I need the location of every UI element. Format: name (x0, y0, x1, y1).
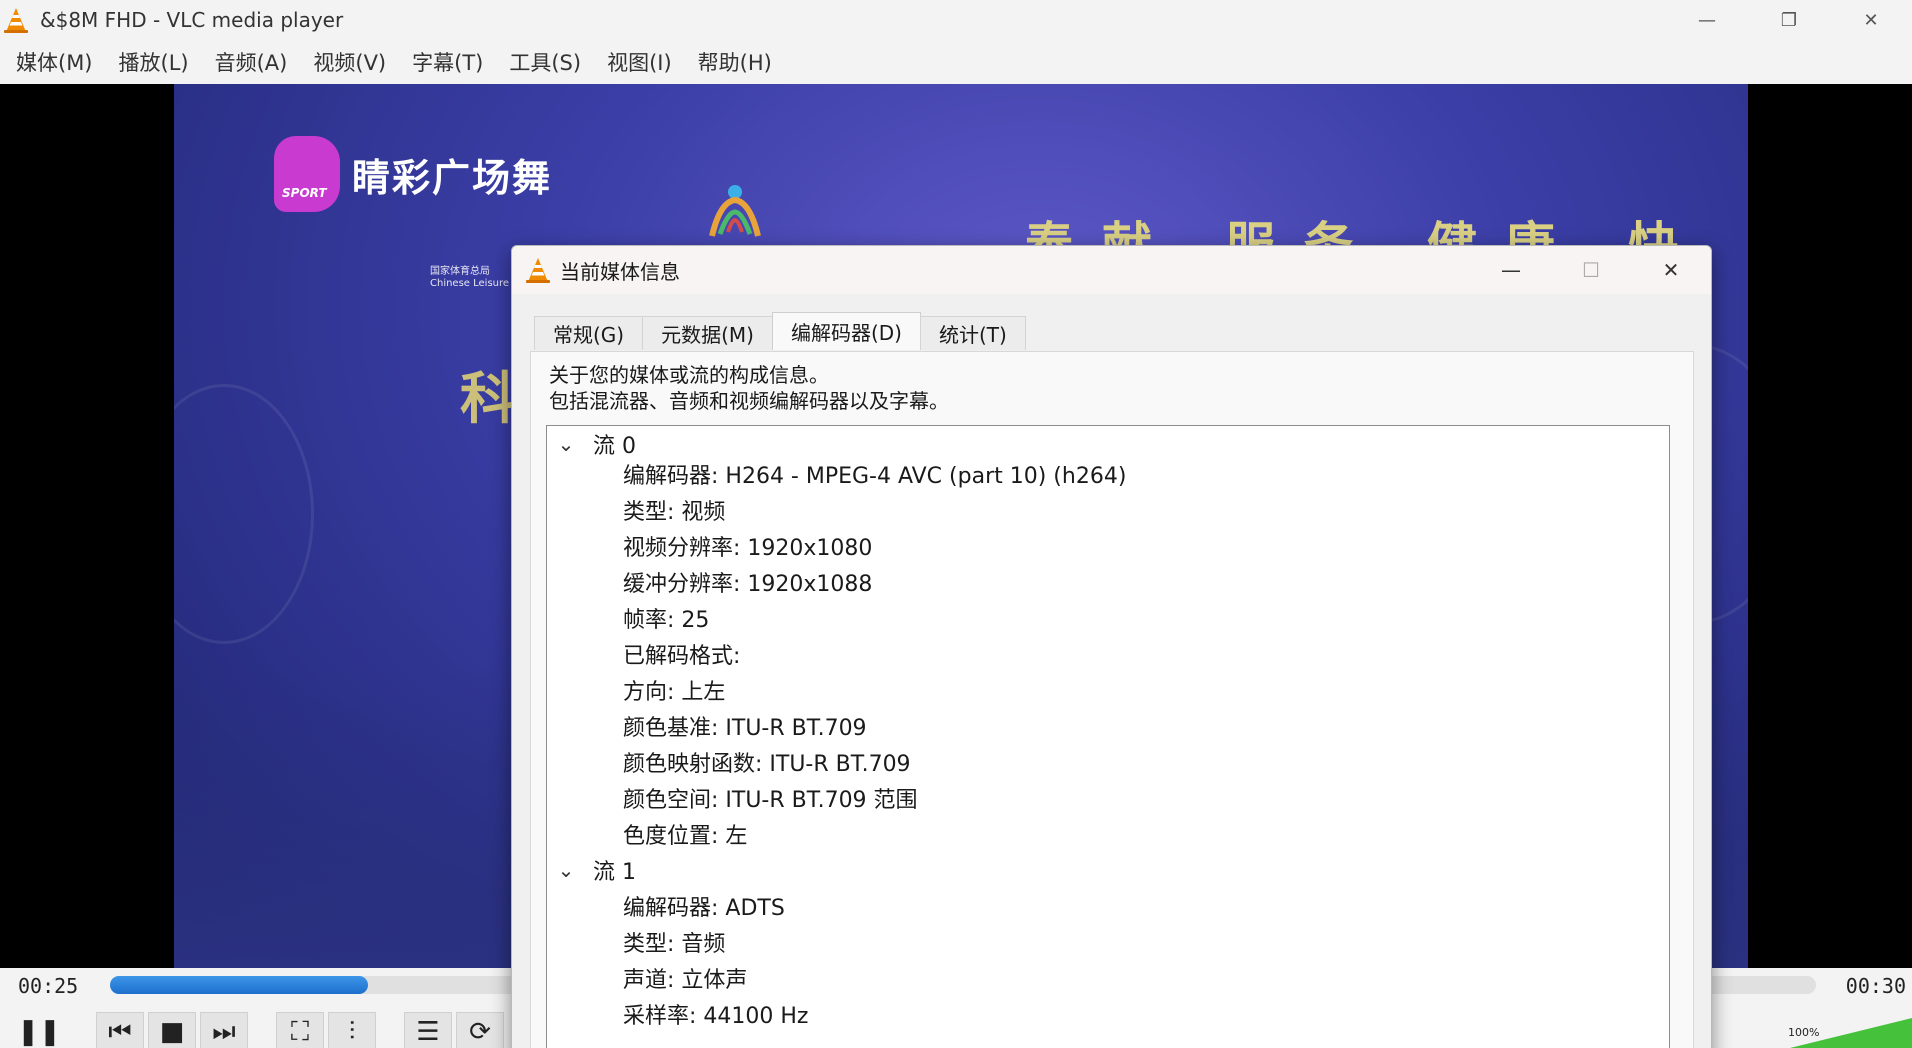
seek-bar-progress (110, 976, 368, 994)
total-time: 00:30 (1845, 974, 1906, 998)
playlist-button[interactable]: ☰ (404, 1012, 452, 1048)
channel-logo-badge-text: SPORT (282, 186, 327, 200)
menu-audio[interactable]: 音频(A) (205, 47, 304, 77)
extended-settings-button[interactable]: ⫶ (328, 1012, 376, 1048)
dialog-minimize-button[interactable]: — (1471, 246, 1551, 294)
codec-tab-panel: 关于您的媒体或流的构成信息。 包括混流器、音频和视频编解码器以及字幕。 ⌄ 流 … (530, 351, 1694, 1048)
background-glyph: 科 (460, 366, 516, 432)
tree-field[interactable]: 类型: 音频 (623, 924, 725, 960)
menu-subtitle[interactable]: 字幕(T) (402, 47, 499, 77)
channel-name: 睛彩广场舞 (352, 155, 553, 200)
emblem-icon (709, 185, 761, 237)
fullscreen-button[interactable]: ⛶ (276, 1012, 324, 1048)
decorative-swirl (174, 384, 314, 644)
stop-button[interactable]: ■ (148, 1012, 196, 1048)
description-line: 包括混流器、音频和视频编解码器以及字幕。 (549, 389, 949, 413)
tree-field[interactable]: 已解码格式: (623, 636, 740, 672)
menu-tools[interactable]: 工具(S) (499, 47, 597, 77)
tree-field[interactable]: 颜色基准: ITU-R BT.709 (623, 708, 867, 744)
tab-general[interactable]: 常规(G) (534, 316, 644, 350)
window-title: &$8M FHD - VLC media player (40, 8, 344, 32)
tree-stream-1[interactable]: ⌄ 流 1 (553, 852, 636, 888)
menu-video[interactable]: 视频(V) (303, 47, 402, 77)
channel-logo-badge: SPORT (274, 136, 340, 212)
vlc-cone-icon (526, 258, 550, 283)
elapsed-time: 00:25 (18, 974, 79, 998)
tree-field[interactable]: 颜色空间: ITU-R BT.709 范围 (623, 780, 918, 816)
menu-media[interactable]: 媒体(M) (6, 47, 109, 77)
tree-field[interactable]: 声道: 立体声 (623, 960, 747, 996)
tree-field[interactable]: 方向: 上左 (623, 672, 725, 708)
dialog-title: 当前媒体信息 (560, 259, 680, 284)
tree-field[interactable]: 视频分辨率: 1920x1080 (623, 528, 872, 564)
close-button[interactable]: ✕ (1830, 0, 1912, 40)
vlc-cone-icon (4, 8, 28, 33)
volume-slider[interactable] (1790, 1018, 1912, 1048)
codec-tree[interactable]: ⌄ 流 0 编解码器: H264 - MPEG-4 AVC (part 10) … (546, 425, 1670, 1048)
tree-field[interactable]: 帧率: 25 (623, 600, 709, 636)
tab-codec[interactable]: 编解码器(D) (771, 312, 921, 350)
channel-logo: SPORT 睛彩广场舞 (274, 136, 552, 212)
stream-label: 流 1 (593, 860, 636, 885)
tree-field[interactable]: 色度位置: 左 (623, 816, 747, 852)
codec-description: 关于您的媒体或流的构成信息。 包括混流器、音频和视频编解码器以及字幕。 (549, 362, 949, 414)
minimize-button[interactable]: — (1666, 0, 1748, 40)
description-line: 关于您的媒体或流的构成信息。 (549, 363, 829, 387)
chevron-down-icon[interactable]: ⌄ (553, 432, 579, 456)
tree-field[interactable]: 颜色映射函数: ITU-R BT.709 (623, 744, 911, 780)
tree-field[interactable]: 缓冲分辨率: 1920x1088 (623, 564, 872, 600)
tree-field[interactable]: 编解码器: ADTS (623, 888, 785, 924)
dialog-title-bar: 当前媒体信息 — ☐ ✕ (512, 246, 1711, 294)
menu-bar: 媒体(M) 播放(L) 音频(A) 视频(V) 字幕(T) 工具(S) 视图(I… (0, 40, 1912, 84)
tree-field[interactable]: 采样率: 44100 Hz (623, 996, 808, 1032)
loop-button[interactable]: ⟳ (456, 1012, 504, 1048)
pause-button[interactable]: ❚❚ (12, 1012, 66, 1048)
media-info-dialog: 当前媒体信息 — ☐ ✕ 常规(G) 元数据(M) 编解码器(D) 统计(T) … (511, 245, 1712, 1048)
dialog-maximize-button[interactable]: ☐ (1551, 246, 1631, 294)
restore-button[interactable]: ❐ (1748, 0, 1830, 40)
tree-field[interactable]: 编解码器: H264 - MPEG-4 AVC (part 10) (h264) (623, 456, 1126, 492)
menu-view[interactable]: 视图(I) (597, 47, 688, 77)
tree-field[interactable]: 类型: 视频 (623, 492, 725, 528)
previous-button[interactable]: ⏮ (96, 1012, 144, 1048)
dialog-tabs: 常规(G) 元数据(M) 编解码器(D) 统计(T) (534, 312, 1026, 350)
next-button[interactable]: ⏭ (200, 1012, 248, 1048)
chevron-down-icon[interactable]: ⌄ (553, 858, 579, 882)
menu-help[interactable]: 帮助(H) (688, 47, 788, 77)
menu-playback[interactable]: 播放(L) (109, 47, 205, 77)
dialog-close-button[interactable]: ✕ (1631, 246, 1711, 294)
tab-statistics[interactable]: 统计(T) (920, 316, 1026, 350)
tab-metadata[interactable]: 元数据(M) (642, 316, 773, 350)
title-bar: &$8M FHD - VLC media player — ❐ ✕ (0, 0, 1912, 40)
